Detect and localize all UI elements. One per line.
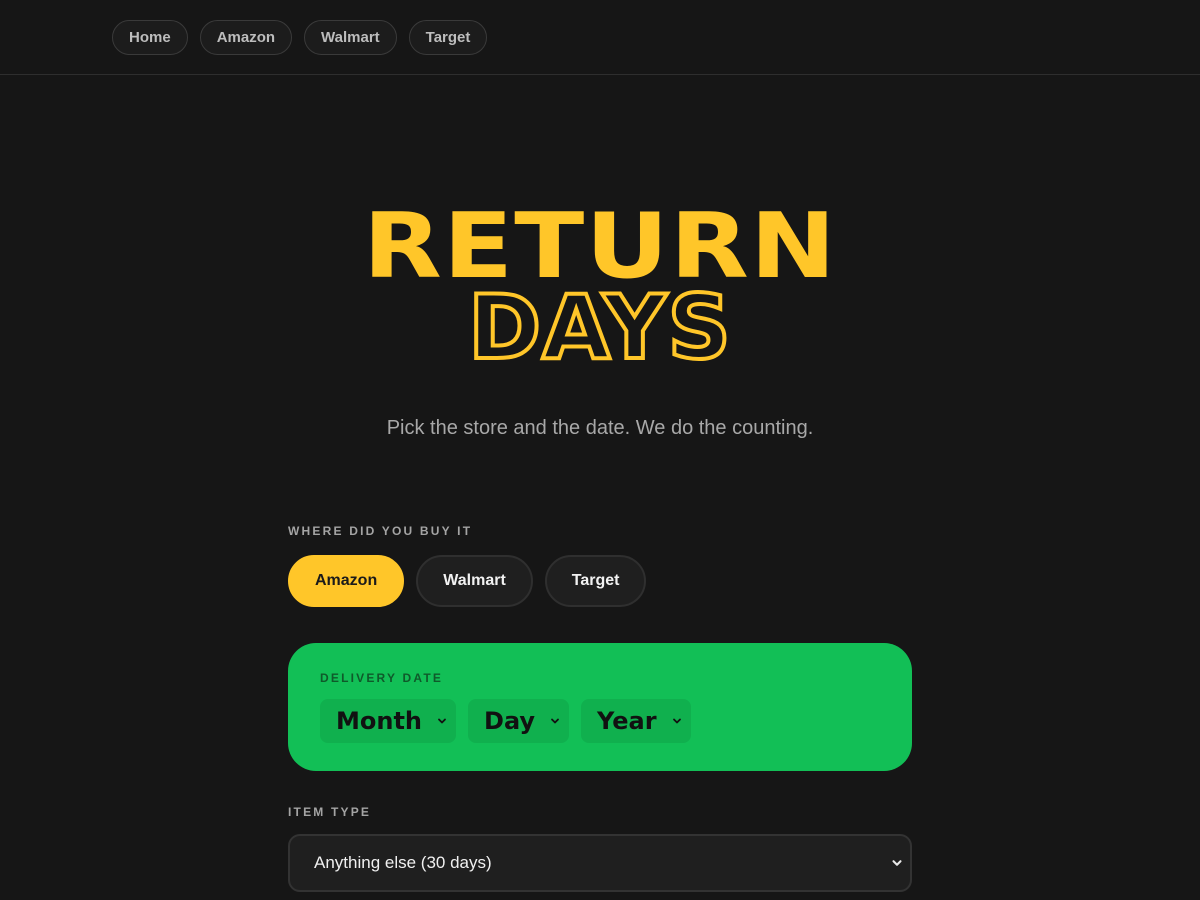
store-walmart-button[interactable]: Walmart bbox=[416, 555, 533, 607]
store-amazon-button[interactable]: Amazon bbox=[288, 555, 405, 607]
hero: RETURN DAYS Pick the store and the date.… bbox=[0, 75, 1200, 440]
delivery-date-card: DELIVERY DATE Month Day Year bbox=[288, 643, 912, 771]
subtitle: Pick the store and the date. We do the c… bbox=[386, 417, 814, 439]
store-target-button[interactable]: Target bbox=[544, 555, 647, 607]
nav-target-link[interactable]: Target bbox=[408, 19, 488, 55]
chevron-down-icon bbox=[892, 860, 902, 866]
year-select[interactable]: Year bbox=[581, 699, 691, 743]
day-value: Day bbox=[484, 707, 536, 735]
item-type-value: Anything else (30 days) bbox=[314, 853, 492, 872]
nav-home-link[interactable]: Home bbox=[112, 19, 188, 55]
chevron-down-icon bbox=[551, 718, 559, 724]
top-nav: Home Amazon Walmart Target bbox=[0, 0, 1200, 75]
title-return: RETURN bbox=[362, 194, 838, 299]
store-label: WHERE DID YOU BUY IT bbox=[288, 524, 473, 538]
return-form: WHERE DID YOU BUY IT Amazon Walmart Targ… bbox=[288, 524, 912, 892]
chevron-down-icon bbox=[438, 718, 446, 724]
item-type-select[interactable]: Anything else (30 days) bbox=[288, 834, 912, 892]
month-value: Month bbox=[336, 707, 423, 735]
year-value: Year bbox=[597, 707, 657, 735]
store-selector: Amazon Walmart Target bbox=[288, 555, 912, 607]
item-type-label: ITEM TYPE bbox=[288, 805, 372, 819]
delivery-date-label: DELIVERY DATE bbox=[320, 671, 444, 685]
nav-amazon-link[interactable]: Amazon bbox=[199, 19, 293, 55]
month-select[interactable]: Month bbox=[320, 699, 457, 743]
chevron-down-icon bbox=[672, 718, 681, 724]
day-select[interactable]: Day bbox=[468, 699, 570, 743]
nav-walmart-link[interactable]: Walmart bbox=[304, 19, 397, 55]
